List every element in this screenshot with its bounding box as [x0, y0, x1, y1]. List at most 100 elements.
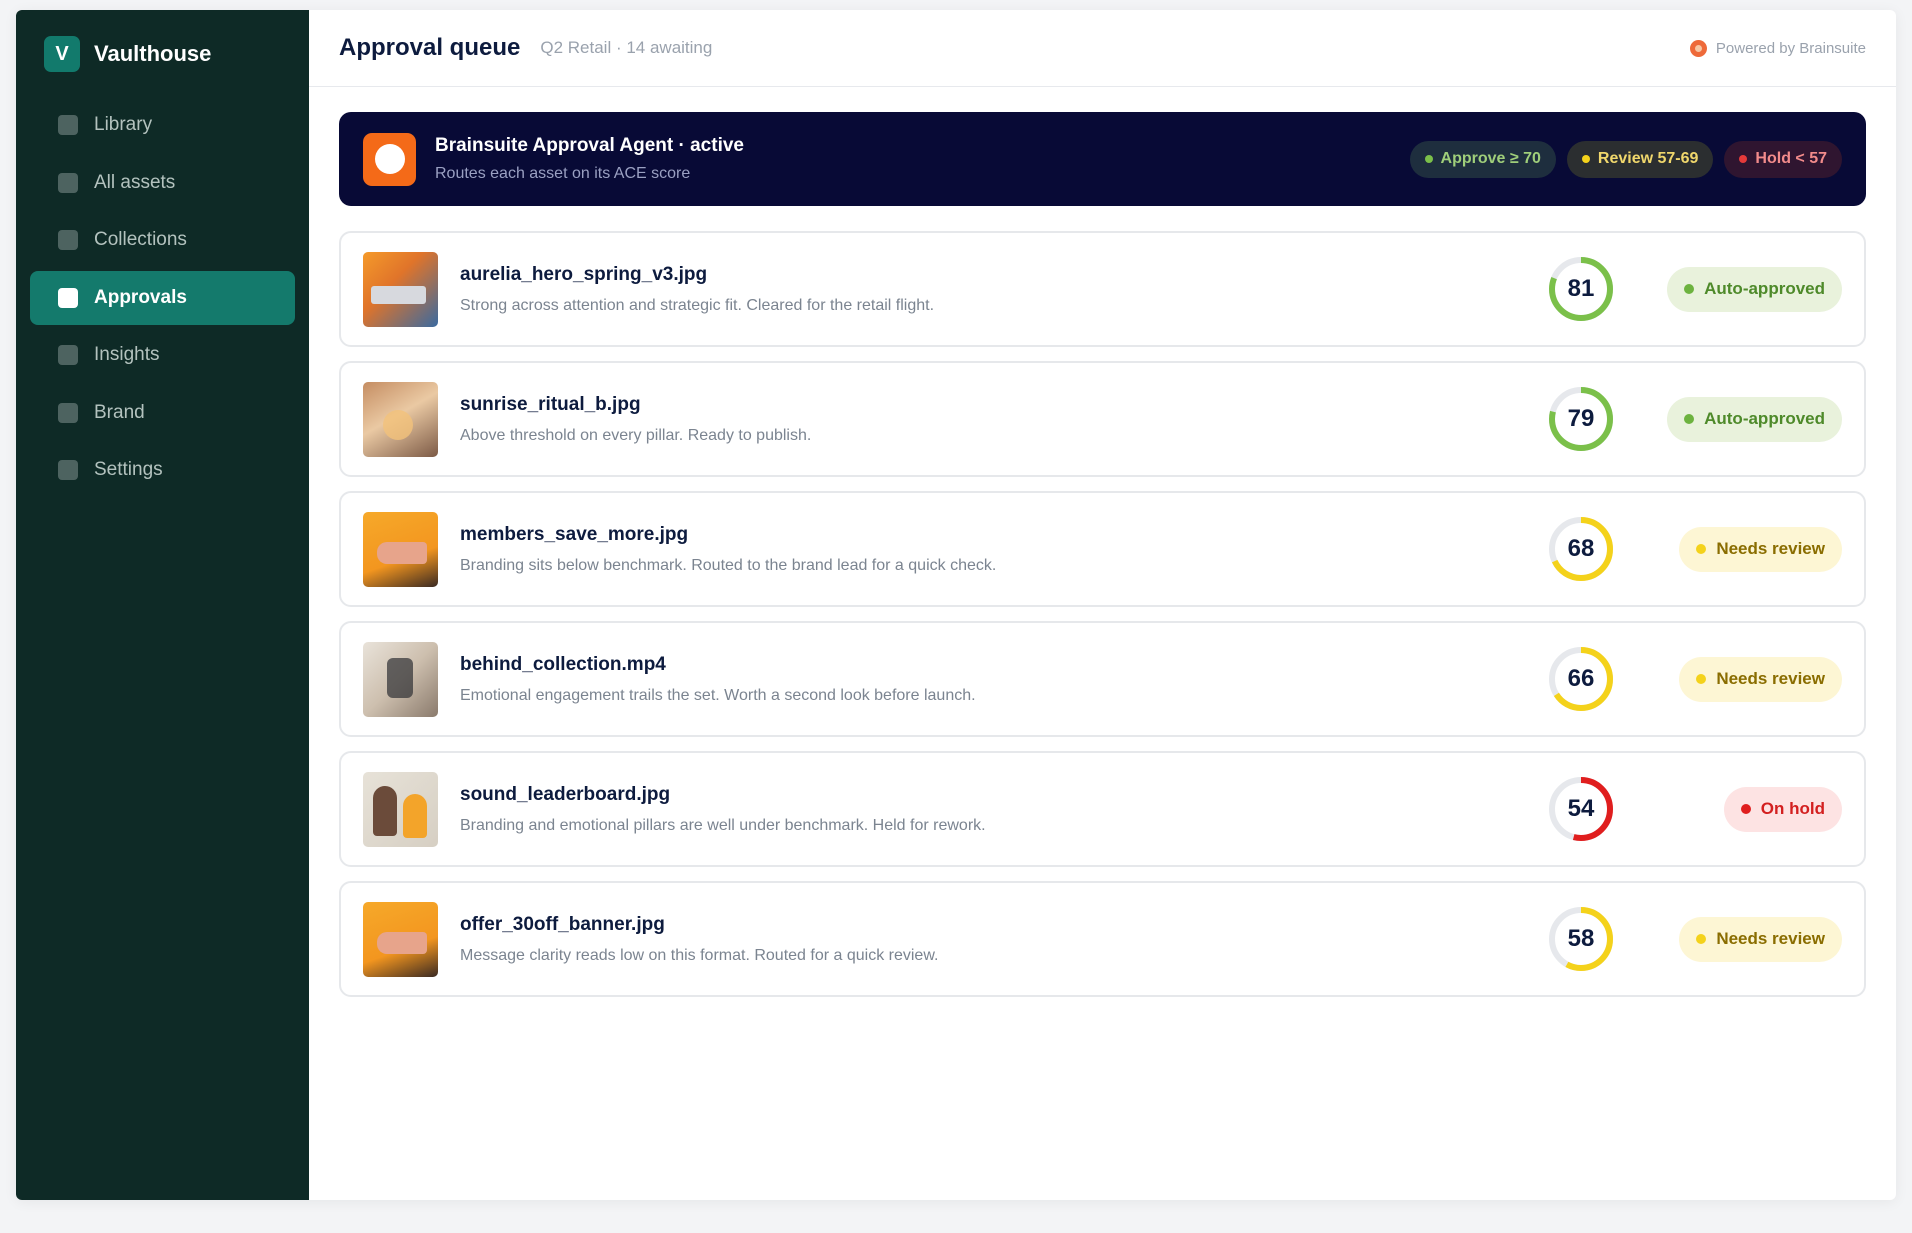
agent-text: Brainsuite Approval Agent · active Route…	[435, 135, 744, 183]
asset-name[interactable]: offer_30off_banner.jpg	[460, 914, 1548, 936]
asset-thumbnail[interactable]	[363, 251, 438, 327]
threshold-dot	[1739, 155, 1748, 163]
asset-note: Emotional engagement trails the set. Wor…	[460, 686, 976, 704]
brand-logo: V	[44, 36, 80, 72]
sidebar-item-label: Brand	[94, 401, 145, 423]
status-badge[interactable]: On hold	[1723, 786, 1842, 832]
insights-icon	[58, 345, 78, 365]
status-badge[interactable]: Auto-approved	[1667, 396, 1842, 442]
sidebar-item-settings[interactable]: Settings	[30, 443, 295, 497]
status-badge[interactable]: Needs review	[1679, 526, 1842, 572]
status-wrap: Needs review	[1659, 656, 1842, 702]
asset-name[interactable]: behind_collection.mp4	[460, 654, 1548, 676]
asset-row[interactable]: behind_collection.mp4 Emotional engagemen…	[339, 621, 1866, 737]
page-subtitle: Q2 Retail · 14 awaiting	[540, 38, 713, 57]
status-badge[interactable]: Auto-approved	[1667, 266, 1842, 312]
status-wrap: Auto-approved	[1659, 266, 1842, 312]
ace-score-ring: 54	[1548, 776, 1614, 842]
asset-row[interactable]: sound_leaderboard.jpg Branding and emotio…	[339, 751, 1866, 867]
asset-info: members_save_more.jpg Branding sits below…	[460, 524, 1548, 575]
status-label: Needs review	[1716, 539, 1825, 558]
status-wrap: On hold	[1659, 786, 1842, 832]
ace-score-ring: 66	[1548, 646, 1614, 712]
ace-score-value: 68	[1567, 535, 1595, 562]
sidebar: V Vaulthouse Library All assets Collection…	[16, 10, 309, 1200]
asset-thumbnail[interactable]	[363, 381, 438, 457]
asset-note: Strong across attention and strategic fi…	[460, 296, 935, 314]
status-dot	[1740, 804, 1751, 814]
topbar: Approval queue Q2 Retail · 14 awaiting P…	[309, 10, 1896, 87]
asset-info: sunrise_ritual_b.jpg Above threshold on e…	[460, 394, 1548, 445]
main-panel: Approval queue Q2 Retail · 14 awaiting P…	[309, 10, 1896, 1200]
powered-by[interactable]: Powered by Brainsuite	[1689, 39, 1866, 57]
status-wrap: Needs review	[1659, 526, 1842, 572]
status-dot	[1684, 284, 1695, 294]
sidebar-item-library[interactable]: Library	[30, 98, 295, 152]
asset-thumbnail[interactable]	[363, 641, 438, 717]
asset-info: offer_30off_banner.jpg Message clarity re…	[460, 914, 1548, 965]
asset-thumbnail[interactable]	[363, 901, 438, 977]
sidebar-item-label: Library	[94, 114, 153, 135]
ace-score-value: 81	[1567, 275, 1595, 302]
sidebar-item-label: Settings	[94, 459, 163, 480]
status-label: Auto-approved	[1704, 409, 1825, 428]
threshold-dot	[1424, 155, 1433, 163]
asset-note: Message clarity reads low on this format…	[460, 946, 939, 964]
sidebar-item-all-assets[interactable]: All assets	[30, 156, 295, 210]
status-badge[interactable]: Needs review	[1679, 916, 1842, 962]
asset-row[interactable]: aurelia_hero_spring_v3.jpg Strong across …	[339, 231, 1866, 347]
status-dot	[1684, 414, 1695, 424]
sidebar-nav: Library All assets Collections Approvals Ins…	[30, 98, 295, 497]
asset-note: Branding sits below benchmark. Routed to…	[460, 556, 997, 574]
asset-thumbnail[interactable]	[363, 511, 438, 587]
collections-icon	[58, 230, 78, 250]
sidebar-item-insights[interactable]: Insights	[30, 328, 295, 382]
threshold-label: Hold < 57	[1755, 150, 1827, 167]
status-badge[interactable]: Needs review	[1679, 656, 1842, 702]
agent-logo-icon	[363, 132, 416, 186]
sidebar-item-collections[interactable]: Collections	[30, 213, 295, 267]
asset-row[interactable]: sunrise_ritual_b.jpg Above threshold on e…	[339, 361, 1866, 477]
threshold-review: Review 57-69	[1566, 140, 1714, 178]
status-wrap: Auto-approved	[1659, 396, 1842, 442]
approvals-icon	[58, 287, 78, 308]
threshold-legend: Approve ≥ 70 Review 57-69 Hold < 57	[1409, 140, 1842, 178]
all-assets-icon	[58, 172, 78, 193]
ace-score-ring: 79	[1548, 386, 1614, 452]
status-label: On hold	[1760, 799, 1825, 818]
asset-list: aurelia_hero_spring_v3.jpg Strong across …	[339, 231, 1866, 997]
ace-score-ring: 81	[1548, 256, 1614, 322]
settings-icon	[58, 460, 78, 480]
threshold-dot	[1581, 155, 1590, 163]
asset-note: Branding and emotional pillars are well …	[460, 816, 986, 834]
ace-score-value: 66	[1567, 665, 1595, 692]
status-dot	[1696, 674, 1707, 684]
threshold-hold: Hold < 57	[1724, 140, 1842, 178]
brainsuite-icon	[1689, 39, 1707, 57]
status-dot	[1696, 544, 1707, 554]
agent-description: Routes each asset on its ACE score	[435, 165, 691, 182]
brand-name: Vaulthouse	[94, 41, 212, 66]
status-dot	[1696, 934, 1707, 944]
asset-name[interactable]: members_save_more.jpg	[460, 524, 1548, 546]
status-label: Needs review	[1716, 669, 1825, 688]
brand-icon	[58, 402, 78, 423]
ace-score-value: 79	[1567, 405, 1595, 432]
asset-thumbnail[interactable]	[363, 771, 438, 847]
agent-title: Brainsuite Approval Agent · active	[435, 135, 744, 156]
sidebar-item-label: All assets	[94, 171, 176, 193]
ace-score-value: 58	[1567, 925, 1595, 952]
asset-row[interactable]: offer_30off_banner.jpg Message clarity re…	[339, 881, 1866, 997]
asset-name[interactable]: sound_leaderboard.jpg	[460, 784, 1548, 806]
agent-banner: Brainsuite Approval Agent · active Route…	[339, 112, 1866, 206]
sidebar-item-approvals[interactable]: Approvals	[30, 270, 295, 325]
asset-name[interactable]: sunrise_ritual_b.jpg	[460, 394, 1548, 416]
sidebar-item-brand[interactable]: Brand	[30, 386, 295, 440]
asset-info: behind_collection.mp4 Emotional engagemen…	[460, 654, 1548, 705]
brand[interactable]: V Vaulthouse	[30, 36, 295, 72]
sidebar-item-label: Approvals	[94, 286, 187, 308]
asset-name[interactable]: aurelia_hero_spring_v3.jpg	[460, 264, 1548, 286]
asset-row[interactable]: members_save_more.jpg Branding sits below…	[339, 491, 1866, 607]
ace-score-value: 54	[1567, 795, 1595, 822]
threshold-label: Approve ≥ 70	[1440, 150, 1541, 167]
